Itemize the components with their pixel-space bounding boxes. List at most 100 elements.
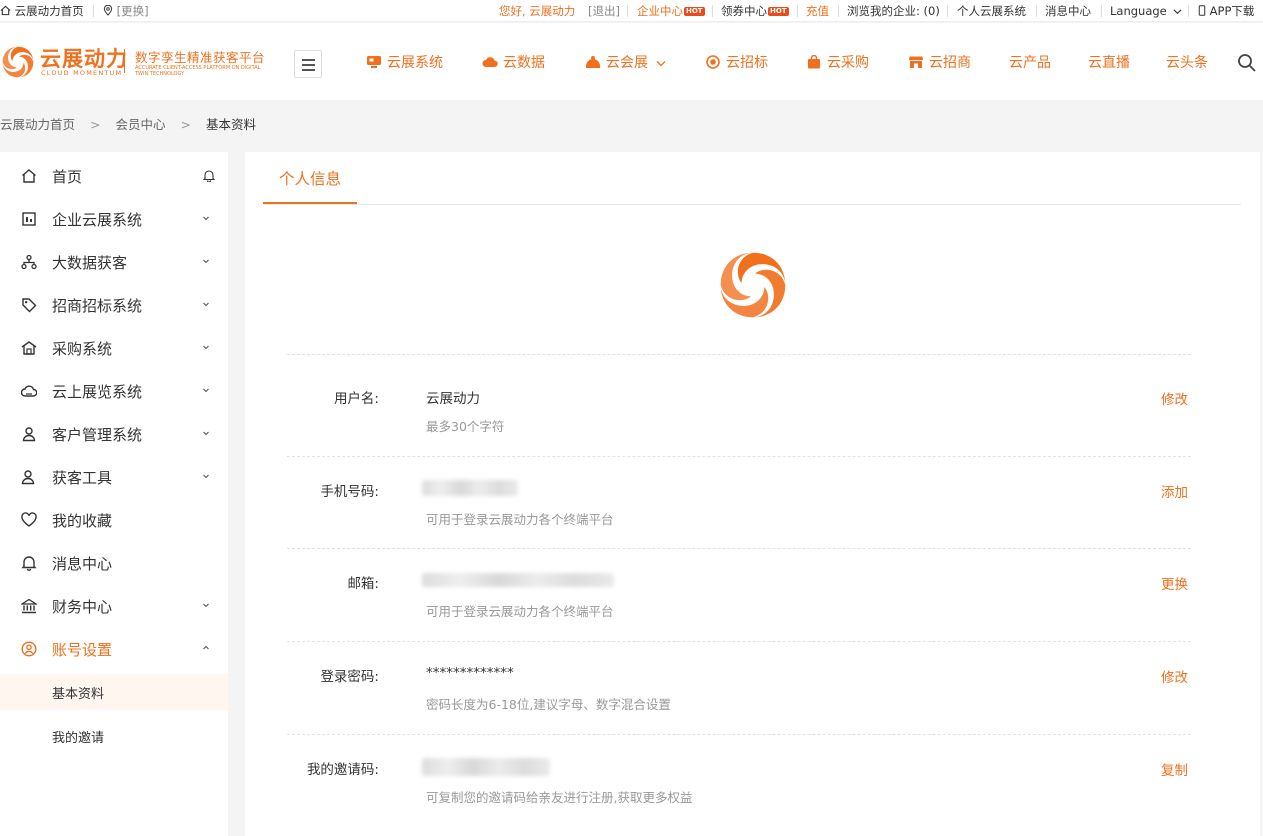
search-icon[interactable] (1237, 53, 1257, 73)
username-value: 云展动力 (426, 391, 480, 407)
avatar[interactable] (715, 247, 791, 323)
app-download-link[interactable]: APP下载 (1198, 0, 1254, 22)
chevron-down-icon (203, 431, 209, 436)
nav-cloud-headlines[interactable]: 云头条 (1166, 52, 1208, 74)
topbar-home-link[interactable]: 云展动力首页 (0, 0, 84, 22)
sidebar-item-investment-bidding[interactable]: 招商招标系统 (0, 283, 228, 326)
logo-divider (124, 49, 125, 73)
cloud-icon (21, 385, 37, 397)
nav-cloud-investment[interactable]: 云招商 (908, 52, 971, 74)
sidebar-item-label: 企业云展系统 (52, 211, 143, 229)
nav-cloud-live[interactable]: 云直播 (1088, 52, 1130, 74)
hamburger-icon (302, 59, 315, 61)
breadcrumb-home[interactable]: 云展动力首页 (0, 117, 75, 132)
chevron-down-icon (203, 302, 209, 307)
username-hint: 最多30个字符 (426, 419, 505, 434)
top-utility-bar: 云展动力首页 [更换] 您好, 云展动力 [退出] 企业中心 HOT 领券中心 HO… (0, 0, 1263, 22)
browse-enterprise-link[interactable]: 浏览我的企业: (0) (847, 0, 940, 22)
nav-cloud-exhibition-dropdown[interactable]: 云会展 (585, 52, 666, 74)
email-label: 邮箱: (347, 576, 379, 592)
nav-cloud-data[interactable]: 云数据 (482, 52, 545, 74)
sidebar-item-label: 大数据获客 (52, 254, 128, 272)
invite-code-label: 我的邀请码: (306, 762, 379, 778)
building-icon (22, 212, 36, 226)
sidebar-item-account-settings[interactable]: 账号设置 (0, 627, 228, 670)
change-email-button[interactable]: 更换 (1161, 573, 1188, 593)
sidebar-item-label: 采购系统 (52, 340, 113, 358)
coupon-center-link[interactable]: 领券中心 HOT (721, 0, 789, 22)
breadcrumb-member-center[interactable]: 会员中心 (115, 117, 165, 132)
logo-slogan-english: ACCURATE CLIENT-ACCESS PLATFORM ON DIGIT… (135, 65, 261, 77)
change-location-link[interactable]: [更换] (103, 0, 149, 22)
sidebar-item-label: 账号设置 (52, 641, 113, 659)
chevron-down-icon (656, 61, 666, 67)
nav-cloud-exhibition-system[interactable]: 云展系统 (366, 52, 443, 74)
edit-password-button[interactable]: 修改 (1161, 666, 1188, 686)
nav-label: 云会展 (606, 55, 648, 71)
sidebar-item-label: 财务中心 (52, 598, 113, 616)
chevron-down-icon (203, 345, 209, 350)
sidebar-subitem-basic-info[interactable]: 基本资料 (0, 674, 228, 710)
sidebar-item-home[interactable]: 首页 (0, 154, 228, 197)
greeting-user-link[interactable]: 您好, 云展动力 (499, 0, 575, 22)
user-circle-icon (21, 641, 37, 657)
email-hint: 可用于登录云展动力各个终端平台 (426, 604, 614, 619)
main-header: 云展动力 CLOUD MOMENTUM 数字孪生精准获客平台 ACCURATE … (0, 23, 1263, 100)
breadcrumb-current: 基本资料 (205, 117, 256, 132)
sidebar-item-procurement[interactable]: 采购系统 (0, 326, 228, 369)
row-divider (287, 641, 1191, 642)
bell-icon[interactable] (203, 169, 215, 182)
nav-label: 云采购 (827, 55, 869, 71)
row-divider (287, 354, 1191, 355)
nav-cloud-bidding[interactable]: 云招标 (705, 52, 768, 74)
hamburger-icon-line (302, 69, 315, 71)
language-dropdown[interactable]: Language (1110, 0, 1182, 22)
copy-invite-code-button[interactable]: 复制 (1161, 759, 1188, 779)
sidebar-subitem-my-invitations[interactable]: 我的邀请 (0, 718, 228, 754)
sidebar-item-label: 客户管理系统 (52, 426, 143, 444)
chevron-down-icon (203, 259, 209, 264)
add-phone-button[interactable]: 添加 (1161, 481, 1188, 501)
nav-label: 云展系统 (387, 55, 443, 71)
edit-username-button[interactable]: 修改 (1161, 388, 1188, 408)
sidebar-item-acquisition-tools[interactable]: 获客工具 (0, 455, 228, 498)
sidebar-item-customer-management[interactable]: 客户管理系统 (0, 412, 228, 455)
username-label: 用户名: (333, 391, 379, 407)
sidebar-item-finance-center[interactable]: 财务中心 (0, 584, 228, 627)
row-divider (287, 548, 1191, 549)
nav-cloud-procurement[interactable]: 云采购 (806, 52, 869, 74)
phone-hint: 可用于登录云展动力各个终端平台 (426, 512, 614, 527)
phone-icon (1198, 5, 1206, 16)
enterprise-center-link[interactable]: 企业中心 HOT (637, 0, 705, 22)
message-center-link[interactable]: 消息中心 (1045, 0, 1091, 22)
sidebar-item-enterprise-system[interactable]: 企业云展系统 (0, 197, 228, 240)
row-divider (287, 456, 1191, 457)
user-icon (22, 427, 36, 442)
hot-badge: HOT (684, 7, 705, 16)
tab-personal-info[interactable]: 个人信息 (263, 152, 357, 204)
row-divider (287, 734, 1191, 735)
divider (947, 5, 948, 17)
sidebar-item-big-data[interactable]: 大数据获客 (0, 240, 228, 283)
sidebar-item-online-exhibition[interactable]: 云上展览系统 (0, 369, 228, 412)
nav-cloud-products[interactable]: 云产品 (1009, 52, 1051, 74)
home-icon (0, 5, 11, 16)
sidebar-item-label: 消息中心 (52, 555, 113, 573)
hot-badge: HOT (768, 7, 789, 16)
logout-link[interactable]: [退出] (588, 0, 620, 22)
sidebar-subitem-label: 我的邀请 (52, 731, 105, 746)
monitor-icon (367, 56, 381, 68)
heart-icon (21, 512, 37, 527)
personal-system-link[interactable]: 个人云展系统 (957, 0, 1026, 22)
tag-icon (22, 298, 37, 313)
sidebar-item-message-center[interactable]: 消息中心 (0, 541, 228, 584)
sidebar-subitem-label: 基本资料 (52, 687, 105, 702)
recharge-link[interactable]: 充值 (806, 0, 829, 22)
topbar-home-label: 云展动力首页 (14, 4, 84, 18)
logo-swirl-icon (2, 46, 34, 78)
divider (627, 5, 628, 17)
password-hint: 密码长度为6-18位,建议字母、数字混合设置 (426, 697, 671, 712)
menu-toggle-button[interactable] (294, 50, 322, 78)
sidebar-item-favorites[interactable]: 我的收藏 (0, 498, 228, 541)
divider (838, 5, 839, 17)
